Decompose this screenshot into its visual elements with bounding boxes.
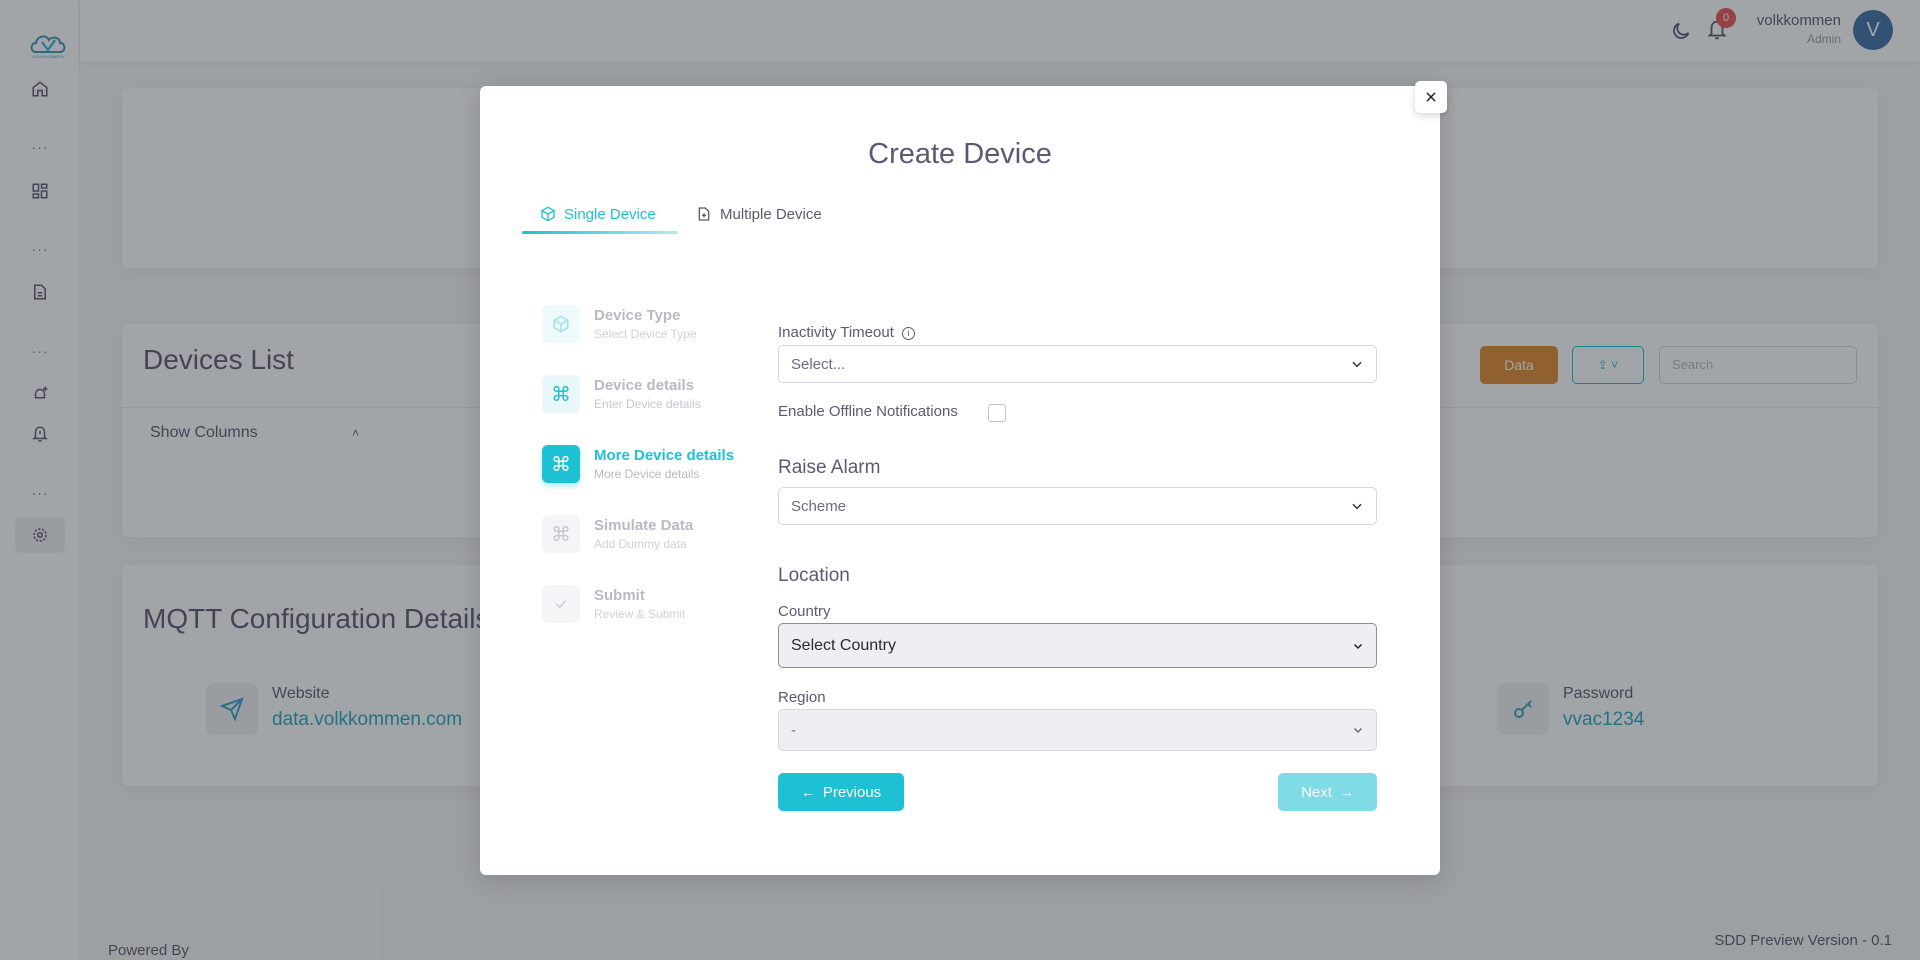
file-plus-icon <box>698 207 710 221</box>
step-submit[interactable]: Submit Review & Submit <box>542 585 752 629</box>
country-select[interactable]: Select Country <box>778 623 1377 668</box>
chevron-down-icon <box>1352 503 1362 510</box>
cube-icon <box>542 305 580 343</box>
step-title: Simulate Data <box>594 517 694 534</box>
country-value: Select Country <box>791 636 896 654</box>
inactivity-timeout-select[interactable]: Select... <box>778 345 1377 383</box>
tab-multiple-device[interactable]: Multiple Device <box>696 194 822 234</box>
tab-single-device[interactable]: Single Device <box>522 194 656 234</box>
step-title: Device Type <box>594 307 681 324</box>
country-label: Country <box>778 603 831 620</box>
scheme-value: Scheme <box>791 497 847 515</box>
offline-notifications-checkbox[interactable] <box>988 404 1006 422</box>
close-modal-button[interactable] <box>1415 81 1447 113</box>
arrow-left-icon: ← <box>800 784 815 800</box>
inactivity-timeout-text: Inactivity Timeout <box>778 324 894 341</box>
region-select[interactable]: - <box>778 709 1377 751</box>
arrow-right-icon: → <box>1339 784 1354 800</box>
step-more-device-details[interactable]: ⌘ More Device details More Device detail… <box>542 445 752 489</box>
region-value: - <box>791 721 796 739</box>
step-subtitle: More Device details <box>594 467 700 481</box>
step-subtitle: Add Dummy data <box>594 537 687 551</box>
inactivity-timeout-label: Inactivity Timeout i <box>778 324 916 341</box>
cube-icon <box>541 206 555 222</box>
step-simulate-data[interactable]: ⌘ Simulate Data Add Dummy data <box>542 515 752 559</box>
step-subtitle: Review & Submit <box>594 607 686 621</box>
chevron-down-icon <box>1353 727 1363 734</box>
info-icon[interactable]: i <box>902 326 916 340</box>
previous-label: Previous <box>822 783 882 801</box>
next-label: Next <box>1301 783 1332 801</box>
active-tab-underline <box>522 231 678 234</box>
chevron-down-icon <box>1352 361 1362 368</box>
step-title: Device details <box>594 377 695 394</box>
command-icon: ⌘ <box>542 515 580 553</box>
tab-label: Multiple Device <box>720 205 822 223</box>
step-subtitle: Enter Device details <box>594 397 701 411</box>
step-device-type[interactable]: Device Type Select Device Type <box>542 305 752 349</box>
offline-notifications-label: Enable Offline Notifications <box>778 403 958 420</box>
command-icon: ⌘ <box>542 445 580 483</box>
raise-alarm-title: Raise Alarm <box>778 457 881 478</box>
step-device-details[interactable]: ⌘ Device details Enter Device details <box>542 375 752 419</box>
check-icon <box>542 585 580 623</box>
region-label: Region <box>778 689 826 706</box>
step-title: Submit <box>594 587 645 604</box>
location-title: Location <box>778 565 850 586</box>
create-device-modal: Create Device Single Device Multiple Dev… <box>480 86 1440 875</box>
chevron-down-icon <box>1353 643 1363 649</box>
command-icon: ⌘ <box>542 375 580 413</box>
previous-button[interactable]: ← Previous <box>778 773 904 811</box>
inactivity-timeout-value: Select... <box>791 355 846 373</box>
next-button[interactable]: Next → <box>1278 773 1377 811</box>
scheme-select[interactable]: Scheme <box>778 487 1377 525</box>
modal-title: Create Device <box>868 138 1052 170</box>
step-subtitle: Select Device Type <box>594 327 697 341</box>
tab-label: Single Device <box>564 205 656 223</box>
close-icon <box>1426 92 1436 102</box>
step-title: More Device details <box>594 447 735 464</box>
